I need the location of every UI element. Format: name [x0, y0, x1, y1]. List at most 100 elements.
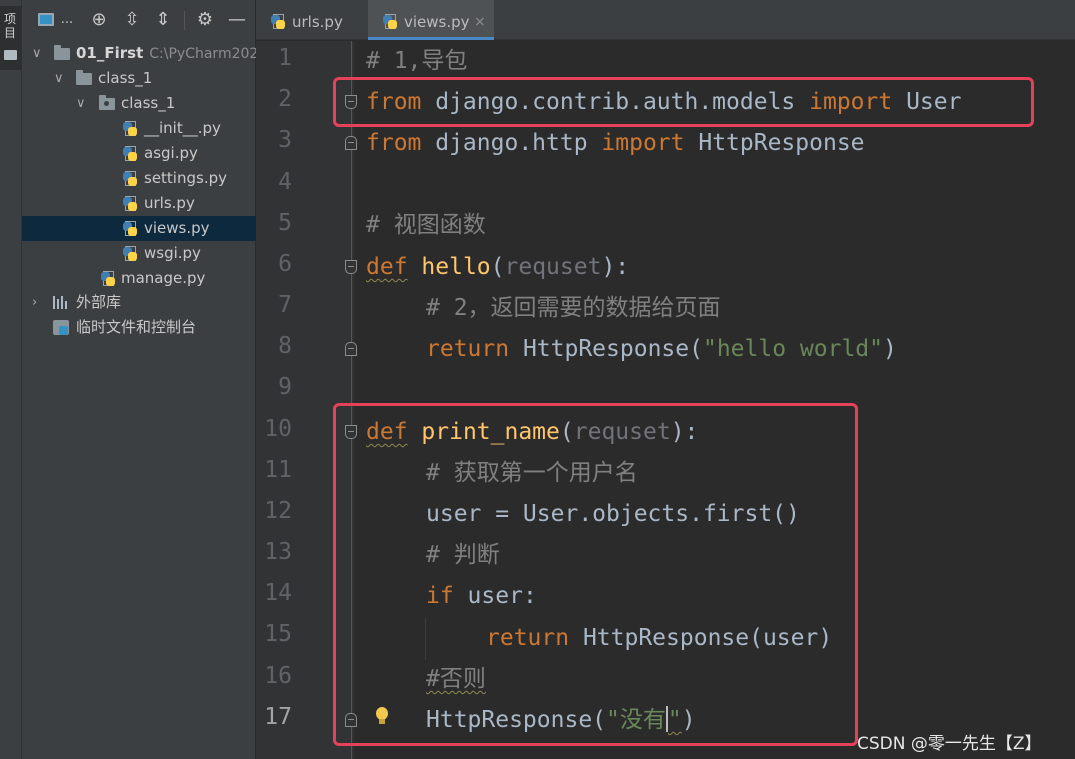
- keyword: return: [426, 336, 510, 362]
- tree-item-file[interactable]: manage.py: [22, 266, 256, 291]
- tree-item-file[interactable]: __init__.py: [22, 116, 256, 141]
- watermark: CSDN @零一先生【Z】: [857, 734, 1042, 754]
- project-tab-label: 项目: [4, 12, 17, 40]
- tree-item-package[interactable]: ∨ class_1: [22, 91, 256, 116]
- line-number: 16: [264, 663, 292, 689]
- highlight-box-function: [333, 403, 858, 746]
- line-number: 5: [278, 210, 292, 236]
- editor: urls.py views.py × 1 2 3 4 5 6 7 8 9 10 …: [256, 0, 1075, 759]
- tree-item-external-libraries[interactable]: › 外部库: [22, 290, 256, 315]
- tree-item-label: manage.py: [121, 269, 206, 287]
- code-line-7: # 2，返回需要的数据给页面: [426, 295, 721, 321]
- python-file-icon: [122, 246, 138, 262]
- tree-item-label: settings.py: [144, 169, 227, 187]
- line-number: 14: [264, 580, 292, 606]
- line-number: 9: [278, 374, 292, 400]
- python-file-icon: [122, 221, 138, 237]
- collapse-all-icon[interactable]: ⇕: [153, 10, 173, 30]
- line-number: 4: [278, 169, 292, 195]
- tree-item-root[interactable]: ∨ 01_First C:\PyCharm2022: [22, 41, 267, 66]
- module-name: django.http: [421, 130, 602, 156]
- imported-name: HttpResponse: [684, 130, 865, 156]
- tab-views[interactable]: views.py ×: [368, 0, 494, 40]
- paren: ):: [601, 254, 630, 280]
- scratch-console-icon: [53, 320, 69, 335]
- code-line-6: def hello(requset):: [366, 247, 629, 288]
- chevron-down-icon[interactable]: ∨: [54, 66, 66, 91]
- line-number: 13: [264, 539, 292, 565]
- tree-item-label: __init__.py: [144, 119, 221, 137]
- project-tool-window-tab[interactable]: 项目: [0, 6, 22, 70]
- tree-item-file[interactable]: asgi.py: [22, 141, 256, 166]
- minimize-icon[interactable]: —: [227, 10, 247, 30]
- folder-icon: [54, 45, 70, 60]
- tree-item-file-selected[interactable]: views.py: [22, 216, 256, 241]
- tree-item-label: class_1: [121, 94, 176, 112]
- project-panel: ... ⊕ ⇳ ⇕ ⚙ — ∨ 01_First C:\PyCharm2022 ∨…: [22, 0, 267, 759]
- string-literal: "hello world": [702, 336, 883, 362]
- tree-item-file[interactable]: settings.py: [22, 166, 256, 191]
- keyword: from: [366, 130, 422, 156]
- folder-icon: [76, 70, 92, 85]
- paren: (: [490, 254, 505, 280]
- python-file-icon: [122, 196, 138, 212]
- line-number: 12: [264, 498, 292, 524]
- gear-icon[interactable]: ⚙: [194, 10, 216, 30]
- python-file-icon: [270, 14, 286, 30]
- line-number: 10: [264, 416, 292, 442]
- project-view-dropdown[interactable]: ...: [60, 10, 74, 30]
- call: HttpResponse(: [509, 336, 703, 362]
- package-icon: [99, 95, 115, 110]
- code-line-1: # 1,导包: [366, 48, 468, 74]
- python-file-icon: [100, 271, 116, 287]
- chevron-down-icon[interactable]: ∨: [32, 41, 44, 66]
- chevron-down-icon[interactable]: ∨: [76, 91, 88, 116]
- line-number: 3: [278, 127, 292, 153]
- line-number: 1: [278, 45, 292, 71]
- paren: ): [882, 336, 897, 362]
- parameter: requset: [504, 254, 602, 280]
- line-number: 6: [278, 251, 292, 277]
- folder-icon: [4, 50, 17, 60]
- python-file-icon: [382, 14, 398, 30]
- tree-item-label: 临时文件和控制台: [76, 318, 197, 336]
- fold-marker-icon[interactable]: [345, 260, 357, 274]
- tree-item-label: 外部库: [76, 293, 122, 311]
- tree-item-label: class_1: [98, 69, 153, 87]
- line-number: 15: [264, 621, 292, 647]
- tool-window-strip: 项目: [0, 0, 22, 759]
- code-line-8: return HttpResponse("hello world"): [426, 329, 897, 370]
- keyword: import: [601, 130, 685, 156]
- project-view-icon[interactable]: [36, 10, 56, 30]
- tree-item-scratches[interactable]: 临时文件和控制台: [22, 315, 256, 340]
- code-line-5: # 视图函数: [366, 212, 486, 238]
- tree-item-file[interactable]: urls.py: [22, 191, 256, 216]
- tree-item-label: urls.py: [144, 194, 195, 212]
- python-file-icon: [122, 121, 138, 137]
- expand-all-icon[interactable]: ⇳: [122, 10, 142, 30]
- tree-item-file[interactable]: wsgi.py: [22, 241, 256, 266]
- project-toolbar: ... ⊕ ⇳ ⇕ ⚙ —: [22, 0, 256, 40]
- python-file-icon: [122, 171, 138, 187]
- line-number: 8: [278, 333, 292, 359]
- keyword: def: [366, 254, 408, 280]
- close-icon[interactable]: ×: [474, 0, 486, 44]
- line-number-current: 17: [264, 704, 292, 730]
- library-icon: [53, 296, 69, 309]
- locate-file-icon[interactable]: ⊕: [88, 10, 110, 30]
- code-line-3: from django.http import HttpResponse: [366, 123, 865, 164]
- line-number: 2: [278, 86, 292, 112]
- tree-item-label: views.py: [144, 219, 210, 237]
- fold-marker-icon[interactable]: [345, 342, 357, 356]
- line-number: 11: [264, 457, 292, 483]
- python-file-icon: [122, 146, 138, 162]
- tab-urls[interactable]: urls.py: [256, 0, 368, 40]
- function-name: hello: [421, 254, 491, 280]
- tree-item-label: wsgi.py: [144, 244, 201, 262]
- chevron-right-icon[interactable]: ›: [32, 290, 44, 315]
- fold-marker-icon[interactable]: [345, 136, 357, 150]
- highlight-box-import: [333, 77, 1034, 127]
- tree-item-label: 01_First C:\PyCharm2022: [76, 44, 268, 62]
- tree-item-label: asgi.py: [144, 144, 198, 162]
- tree-item-folder[interactable]: ∨ class_1: [22, 66, 256, 91]
